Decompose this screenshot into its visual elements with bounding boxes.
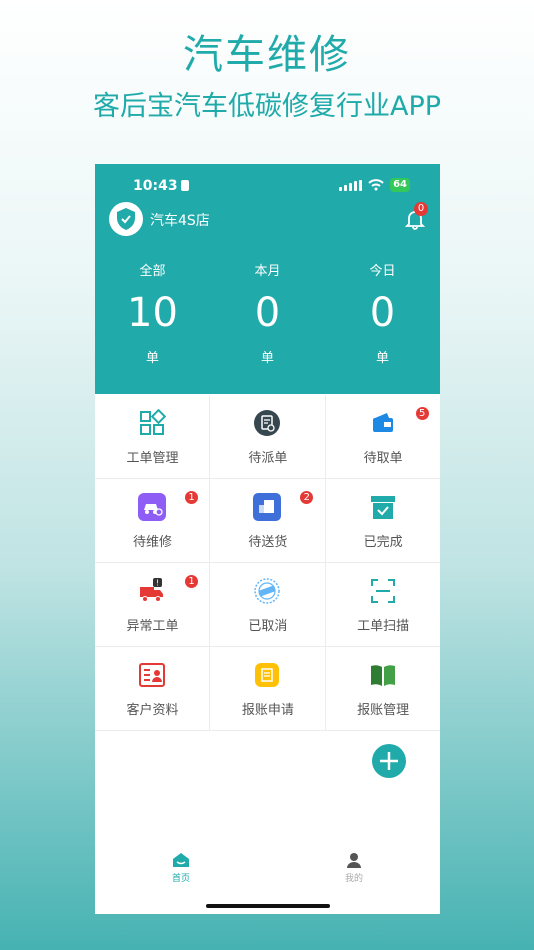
stat-label: 本月 xyxy=(254,264,281,279)
stat-label: 今日 xyxy=(369,264,396,279)
menu-badge: 2 xyxy=(300,491,314,504)
plus-icon xyxy=(380,752,398,770)
user-icon xyxy=(347,853,361,868)
stat-value: 0 xyxy=(254,290,281,336)
menu-grid: 工单管理 待派单 5 待取单 1 待维修 2 待送货 已完成 ! 1 异常工单 … xyxy=(95,395,440,731)
menu-label: 工单管理 xyxy=(126,451,179,466)
svg-text:!: ! xyxy=(156,579,159,588)
menu-item-cancelled[interactable]: 已取消 xyxy=(210,563,326,646)
tab-label: 我的 xyxy=(344,874,363,884)
menu-label: 客户资料 xyxy=(126,703,179,718)
menu-label: 已取消 xyxy=(248,619,288,634)
menu-item-customer-info[interactable]: 客户资料 xyxy=(95,647,211,730)
menu-label: 异常工单 xyxy=(126,619,179,634)
menu-item-scan[interactable]: 工单扫描 xyxy=(326,563,440,646)
promo-title: 汽车维修 xyxy=(183,32,351,78)
home-icon xyxy=(173,853,189,867)
shop-name[interactable]: 汽车4S店 xyxy=(150,210,210,230)
stat-value: 0 xyxy=(369,290,396,336)
menu-item-completed[interactable]: 已完成 xyxy=(326,479,440,562)
status-time: 10:43 xyxy=(133,178,189,194)
stat-today[interactable]: 今日 0 单 xyxy=(325,260,440,366)
cancelled-stamp-icon xyxy=(254,578,281,604)
wifi-icon xyxy=(368,179,384,191)
menu-label: 待维修 xyxy=(132,535,172,550)
dispatch-order-icon xyxy=(254,410,281,436)
menu-item-reimbursement-apply[interactable]: 报账申请 xyxy=(210,647,326,730)
stat-unit: 单 xyxy=(260,351,274,366)
stat-label: 全部 xyxy=(139,264,166,279)
stat-value: 10 xyxy=(127,290,178,336)
battery-icon: 64 xyxy=(390,178,410,192)
menu-badge: 5 xyxy=(415,407,429,420)
status-icons: 64 xyxy=(339,178,410,192)
book-icon xyxy=(370,665,395,686)
menu-item-pending-repair[interactable]: 1 待维修 xyxy=(95,479,211,562)
menu-item-reimbursement-manage[interactable]: 报账管理 xyxy=(326,647,440,730)
promo-subtitle: 客后宝汽车低碳修复行业APP xyxy=(92,91,442,122)
dashboard-header: 10:43 64 汽车4S店 0 全部 10 单 本月 0 单 今日 0 单 xyxy=(95,164,440,394)
menu-item-work-orders[interactable]: 工单管理 xyxy=(95,395,211,478)
menu-item-pending-delivery[interactable]: 2 待送货 xyxy=(210,479,326,562)
receipt-icon xyxy=(255,663,280,687)
shop-avatar[interactable] xyxy=(109,202,143,236)
shield-logo-icon xyxy=(117,208,135,230)
tab-mine[interactable]: 我的 xyxy=(324,852,384,884)
menu-label: 工单扫描 xyxy=(357,619,410,634)
wallet-icon xyxy=(372,413,393,432)
scan-icon xyxy=(370,579,395,603)
menu-label: 已完成 xyxy=(363,535,403,550)
phone-screen: 10:43 64 汽车4S店 0 全部 10 单 本月 0 单 今日 0 单 工… xyxy=(95,164,440,914)
notification-badge: 0 xyxy=(414,202,428,216)
id-card-icon xyxy=(139,663,165,687)
menu-label: 待派单 xyxy=(248,451,288,466)
delivery-icon xyxy=(253,493,282,521)
menu-badge: 1 xyxy=(185,575,198,588)
add-button[interactable] xyxy=(372,744,406,778)
home-indicator[interactable] xyxy=(206,904,330,908)
menu-label: 待取单 xyxy=(363,451,403,466)
tab-home[interactable]: 首页 xyxy=(151,852,211,884)
menu-label: 报账管理 xyxy=(357,703,410,718)
stat-unit: 单 xyxy=(375,351,389,366)
tab-label: 首页 xyxy=(171,874,190,884)
grid-apps-icon xyxy=(140,409,166,435)
menu-badge: 1 xyxy=(185,491,198,504)
menu-item-pending-dispatch[interactable]: 待派单 xyxy=(210,395,326,478)
menu-label: 报账申请 xyxy=(241,703,294,718)
person-badge-icon xyxy=(180,180,189,191)
stat-month[interactable]: 本月 0 单 xyxy=(210,260,325,366)
box-check-icon xyxy=(370,496,395,519)
signal-icon xyxy=(339,179,363,191)
car-repair-icon xyxy=(138,493,166,521)
menu-item-pending-pickup[interactable]: 5 待取单 xyxy=(326,395,440,478)
menu-label: 待送货 xyxy=(248,535,288,550)
menu-item-abnormal-orders[interactable]: ! 1 异常工单 xyxy=(95,563,211,646)
truck-alert-icon: ! xyxy=(140,578,163,602)
stat-unit: 单 xyxy=(145,351,159,366)
stat-total[interactable]: 全部 10 单 xyxy=(95,260,210,366)
